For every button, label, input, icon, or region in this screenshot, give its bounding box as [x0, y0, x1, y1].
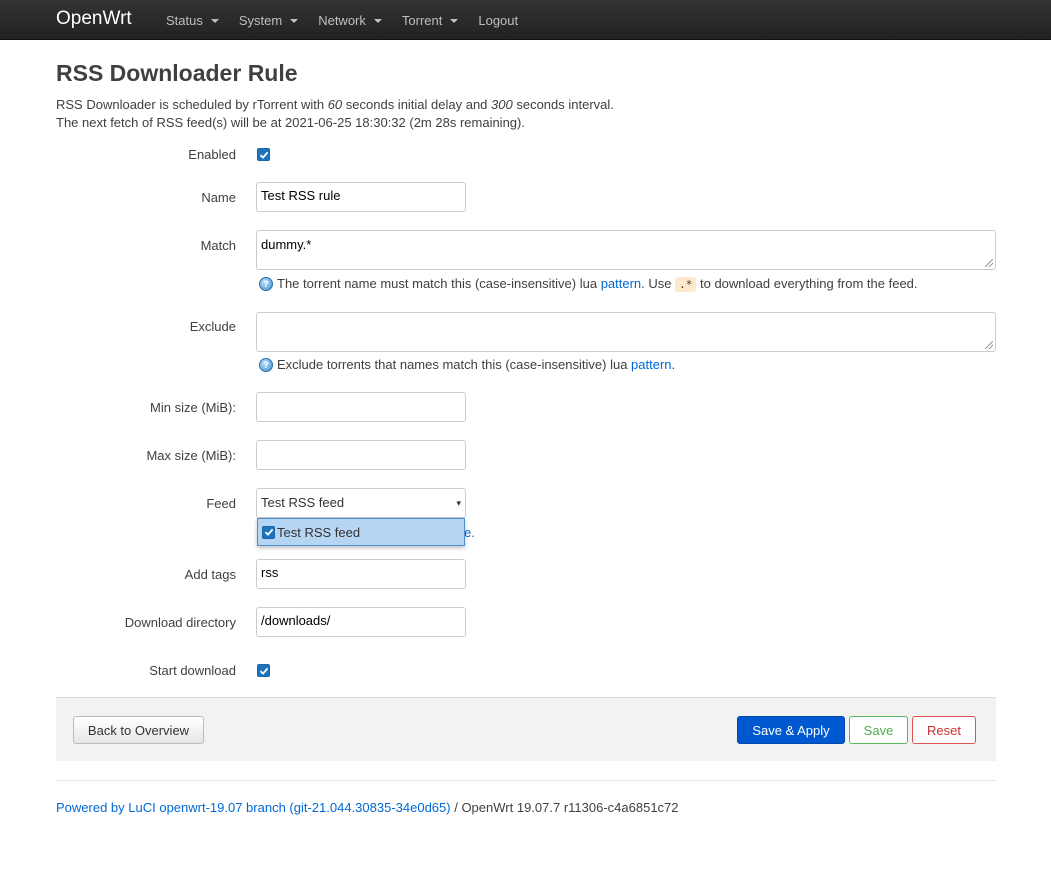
menu-system[interactable]: System: [229, 0, 308, 40]
exclude-textarea[interactable]: [256, 312, 996, 352]
description-line-1: RSS Downloader is scheduled by rTorrent …: [56, 97, 614, 112]
menu-torrent-label: Torrent: [401, 12, 443, 28]
match-textarea[interactable]: dummy.*: [256, 230, 996, 270]
enabled-label: Enabled: [188, 147, 236, 162]
add-tags-input[interactable]: rss: [256, 559, 466, 589]
feed-selected-value: Test RSS feed: [261, 495, 345, 510]
min-size-label: Min size (MiB):: [150, 400, 236, 415]
initial-delay-value: 60: [327, 97, 343, 112]
interval-value: 300: [491, 97, 513, 112]
name-label: Name: [201, 190, 236, 205]
help-icon: ?: [259, 357, 273, 372]
start-download-checkbox[interactable]: [257, 664, 270, 677]
match-help: ? The torrent name must match this (case…: [259, 276, 918, 292]
check-icon: [264, 528, 273, 536]
feed-label: Feed: [206, 496, 236, 511]
match-label: Match: [200, 238, 236, 253]
menu-network-label: Network: [318, 12, 366, 28]
caret-down-icon: [290, 19, 299, 23]
check-icon: [259, 151, 268, 159]
max-size-input[interactable]: [256, 440, 466, 470]
feed-option-label: Test RSS feed: [277, 524, 361, 540]
menu-status-label: Status: [166, 12, 203, 28]
exclude-label: Exclude: [189, 319, 236, 334]
exclude-pattern-link[interactable]: pattern: [631, 357, 671, 372]
menu-network[interactable]: Network: [308, 0, 392, 40]
download-directory-label: Download directory: [124, 615, 236, 630]
form-actions-bar: Back to Overview Save & Apply Save Reset: [56, 697, 996, 761]
start-download-label: Start download: [149, 663, 236, 678]
top-navbar: OpenWrt Status System Network Torrent Lo…: [0, 0, 1051, 40]
menu-system-label: System: [238, 12, 283, 28]
match-pattern-link[interactable]: pattern: [601, 276, 641, 291]
enabled-checkbox[interactable]: [257, 148, 270, 161]
exclude-help: ? Exclude torrents that names match this…: [259, 357, 675, 372]
max-size-label: Max size (MiB):: [146, 448, 236, 463]
feed-option-checkbox[interactable]: [262, 525, 275, 539]
caret-down-icon: [450, 19, 459, 23]
match-textarea-value: dummy.*: [261, 237, 312, 252]
feed-help-link-partial[interactable]: e.: [464, 525, 475, 540]
save-button[interactable]: Save: [849, 716, 908, 744]
footer: Powered by LuCI openwrt-19.07 branch (gi…: [56, 800, 679, 815]
download-directory-input[interactable]: /downloads/: [256, 607, 466, 637]
min-size-input[interactable]: [256, 392, 466, 422]
page-title: RSS Downloader Rule: [56, 60, 298, 86]
save-apply-button[interactable]: Save & Apply: [737, 716, 845, 744]
back-to-overview-button[interactable]: Back to Overview: [73, 716, 204, 744]
reset-button[interactable]: Reset: [912, 716, 976, 744]
caret-down-icon: [373, 19, 382, 23]
menu-torrent[interactable]: Torrent: [392, 0, 468, 40]
feed-dropdown-option[interactable]: Test RSS feed: [257, 518, 465, 546]
caret-down-icon: [210, 19, 219, 23]
dropdown-arrow-icon: ▾: [456, 498, 461, 508]
feed-select[interactable]: Test RSS feed ▾: [256, 488, 466, 518]
menu-logout-label: Logout: [478, 12, 519, 28]
check-icon: [259, 667, 268, 675]
footer-divider: [56, 780, 996, 781]
resize-grip-icon[interactable]: [985, 259, 993, 267]
resize-grip-icon[interactable]: [985, 341, 993, 349]
page-description: RSS Downloader is scheduled by rTorrent …: [56, 96, 614, 132]
description-line-2: The next fetch of RSS feed(s) will be at…: [56, 115, 525, 130]
luci-footer-link[interactable]: Powered by LuCI openwrt-19.07 branch (gi…: [56, 800, 451, 815]
footer-version-text: / OpenWrt 19.07.7 r11306-c4a6851c72: [450, 800, 679, 815]
name-input[interactable]: Test RSS rule: [256, 182, 466, 212]
main-menu: Status System Network Torrent Logout: [156, 0, 528, 40]
menu-logout[interactable]: Logout: [468, 0, 528, 40]
brand-logo[interactable]: OpenWrt: [56, 8, 132, 30]
help-icon: ?: [259, 276, 273, 291]
menu-status[interactable]: Status: [156, 0, 229, 40]
match-code-snippet: .*: [675, 277, 697, 292]
add-tags-label: Add tags: [184, 567, 236, 582]
